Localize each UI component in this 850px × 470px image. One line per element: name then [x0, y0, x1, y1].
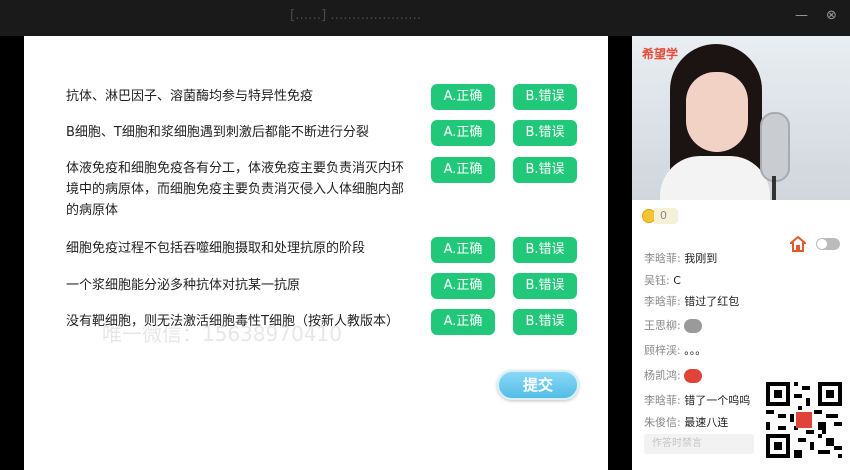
chat-message: 朱俊信: 最速八连: [644, 414, 728, 430]
minimize-icon[interactable]: —: [795, 8, 808, 23]
chat-message: 杨凯鸿:: [644, 367, 703, 383]
question-1-option-a-button[interactable]: A.正确: [431, 84, 495, 110]
chat-text: 。。。: [684, 344, 707, 357]
question-2-text: B细胞、T细胞和浆细胞遇到刺激后都能不断进行分裂: [66, 125, 369, 140]
question-3-line-1: 体液免疫和细胞免疫各有分工，体液免疫主要负责消灭内环: [66, 161, 405, 176]
chat-message: 李晗菲: 我刚到: [644, 250, 717, 266]
home-icon[interactable]: [790, 236, 806, 252]
chat-text: 错过了红包: [684, 295, 740, 308]
chat-text: 最速八连: [684, 416, 729, 429]
chat-text: 错了一个呜呜: [684, 394, 751, 407]
grey-face-emoji-icon: [684, 319, 703, 333]
question-6-option-b-button[interactable]: B.错误: [513, 309, 577, 335]
brand-logo: 希望学: [642, 47, 679, 61]
chat-input[interactable]: 作答时禁言: [644, 434, 754, 454]
question-6-option-a-button[interactable]: A.正确: [431, 309, 495, 335]
chat-message: 吴钰: C: [644, 272, 681, 288]
question-3-text: 体液免疫和细胞免疫各有分工，体液免疫主要负责消灭内环 境中的病原体，而细胞免疫主…: [66, 158, 404, 221]
microphone-stand: [772, 176, 776, 200]
screen: [……] ………………… — ⊗ 抗体、淋巴因子、溶菌酶均参与特异性免疫 A.正…: [0, 0, 850, 470]
chat-sender: 李晗菲:: [644, 252, 681, 265]
chat-sender: 顾梓渓:: [644, 344, 681, 357]
chat-message: 王思柳:: [644, 317, 703, 333]
chat-toggle[interactable]: [816, 238, 840, 250]
chat-sender: 杨凯鸿:: [644, 369, 681, 382]
chat-sender: 吴钰:: [644, 274, 670, 287]
chat-text: C: [673, 274, 681, 287]
question-1-text: 抗体、淋巴因子、溶菌酶均参与特异性免疫: [66, 89, 314, 104]
chat-sender: 王思柳:: [644, 319, 681, 332]
question-3-line-2: 境中的病原体，而细胞免疫主要负责消灭侵入人体细胞内部: [66, 182, 405, 197]
quiz-panel: 抗体、淋巴因子、溶菌酶均参与特异性免疫 A.正确 B.错误 B细胞、T细胞和浆细…: [24, 36, 608, 470]
chat-sender: 李晗菲:: [644, 295, 681, 308]
question-2-option-a-button[interactable]: A.正确: [431, 120, 495, 146]
title-bar: [……] ………………… — ⊗: [0, 0, 850, 36]
question-3-line-3: 的病原体: [66, 203, 119, 218]
question-4-text: 细胞免疫过程不包括吞噬细胞摄取和处理抗原的阶段: [66, 241, 366, 256]
chat-message: 顾梓渓: 。。。: [644, 342, 706, 358]
question-6-text: 没有靶细胞，则无法激活细胞毒性T细胞（按新人教版本）: [66, 314, 399, 329]
chat-message: 李晗菲: 错过了红包: [644, 293, 739, 309]
question-4-option-a-button[interactable]: A.正确: [431, 237, 495, 263]
question-5-option-a-button[interactable]: A.正确: [431, 273, 495, 299]
red-lips-emoji-icon: [684, 369, 703, 383]
question-2-option-b-button[interactable]: B.错误: [513, 120, 577, 146]
question-3-option-b-button[interactable]: B.错误: [513, 157, 577, 183]
question-3-option-a-button[interactable]: A.正确: [431, 157, 495, 183]
qr-code-icon: [766, 382, 842, 458]
chat-sender: 朱俊信:: [644, 416, 681, 429]
question-4-option-b-button[interactable]: B.错误: [513, 237, 577, 263]
submit-button[interactable]: 提交: [497, 370, 579, 400]
chat-message: 李晗菲: 错了一个呜呜: [644, 392, 750, 408]
coin-count: 0: [654, 208, 678, 224]
question-5-text: 一个浆细胞能分泌多种抗体对抗某一抗原: [66, 278, 301, 293]
chat-text: 我刚到: [684, 252, 718, 265]
teacher-face: [686, 72, 748, 152]
teacher-video: 希望学: [632, 36, 850, 200]
window-title: [……] …………………: [290, 8, 422, 23]
question-5-option-b-button[interactable]: B.错误: [513, 273, 577, 299]
close-icon[interactable]: ⊗: [826, 8, 837, 23]
microphone: [760, 112, 790, 182]
chat-sender: 李晗菲:: [644, 394, 681, 407]
toggle-knob: [817, 239, 827, 249]
qr-code: [762, 378, 846, 462]
question-1-option-b-button[interactable]: B.错误: [513, 84, 577, 110]
